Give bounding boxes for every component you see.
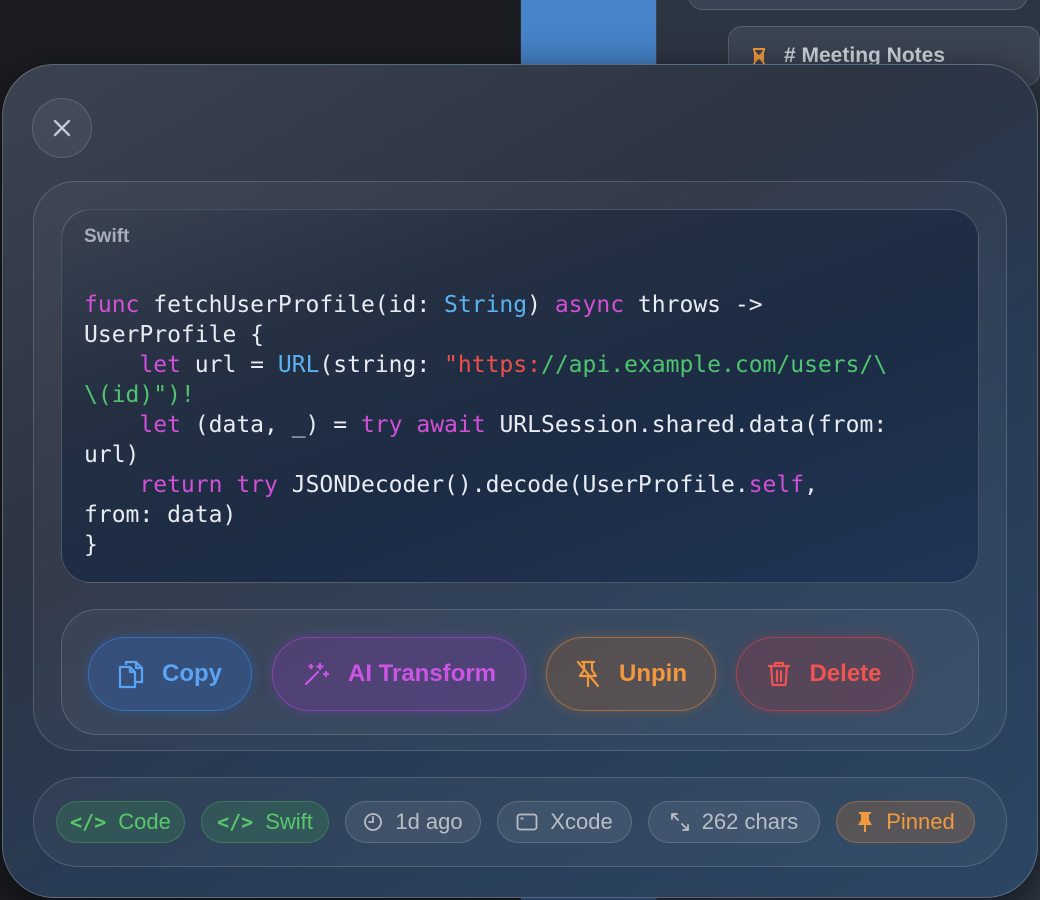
magic-wand-icon — [302, 660, 330, 688]
code-line: func fetchUserProfile(id: String) async … — [84, 292, 763, 318]
unpin-label: Unpin — [619, 660, 687, 687]
delete-button[interactable]: Delete — [736, 637, 913, 711]
expand-icon — [670, 812, 690, 832]
size-chip-label: 262 chars — [701, 809, 799, 834]
app-chip: Xcode — [497, 801, 632, 843]
copy-label: Copy — [162, 660, 222, 687]
code-line: return try JSONDecoder().decode(UserProf… — [139, 472, 818, 498]
type-chip: </> Code — [56, 801, 185, 843]
code-line: \(id)")! — [84, 382, 195, 408]
pin-slash-icon — [575, 659, 601, 689]
app-chip-label: Xcode — [550, 809, 613, 834]
code-text: func fetchUserProfile(id: String) async … — [84, 290, 964, 560]
code-language-label: Swift — [84, 226, 130, 247]
copy-icon — [118, 659, 144, 689]
language-chip: </> Swift — [201, 801, 329, 843]
code-line: url) — [84, 442, 140, 468]
ai-transform-label: AI Transform — [347, 660, 497, 687]
language-chip-label: Swift — [265, 809, 313, 834]
size-chip: 262 chars — [648, 801, 820, 843]
close-icon — [52, 118, 72, 138]
code-line: let url = URL(string: "https://api.examp… — [139, 352, 888, 378]
pinned-chip-label: Pinned — [886, 809, 955, 834]
code-line: } — [84, 532, 98, 558]
type-chip-label: Code — [118, 809, 171, 834]
code-line: let (data, _) = try await URLSession.sha… — [139, 412, 888, 438]
delete-label: Delete — [809, 660, 882, 687]
pin-icon — [856, 811, 874, 833]
pinned-chip: Pinned — [836, 801, 975, 843]
unpin-button[interactable]: Unpin — [546, 637, 716, 711]
time-chip-label: 1d ago — [395, 809, 463, 834]
copy-button[interactable]: Copy — [88, 637, 252, 711]
close-button[interactable] — [32, 98, 92, 158]
code-line: UserProfile { — [84, 322, 265, 348]
ai-transform-button[interactable]: AI Transform — [272, 637, 526, 711]
clock-icon — [363, 812, 383, 832]
code-icon: </> — [217, 810, 254, 834]
trash-icon — [767, 660, 791, 688]
time-chip: 1d ago — [345, 801, 481, 843]
code-icon: </> — [70, 810, 107, 834]
code-line: from: data) — [84, 502, 237, 528]
window-icon — [516, 813, 538, 831]
background-card — [688, 0, 1028, 10]
